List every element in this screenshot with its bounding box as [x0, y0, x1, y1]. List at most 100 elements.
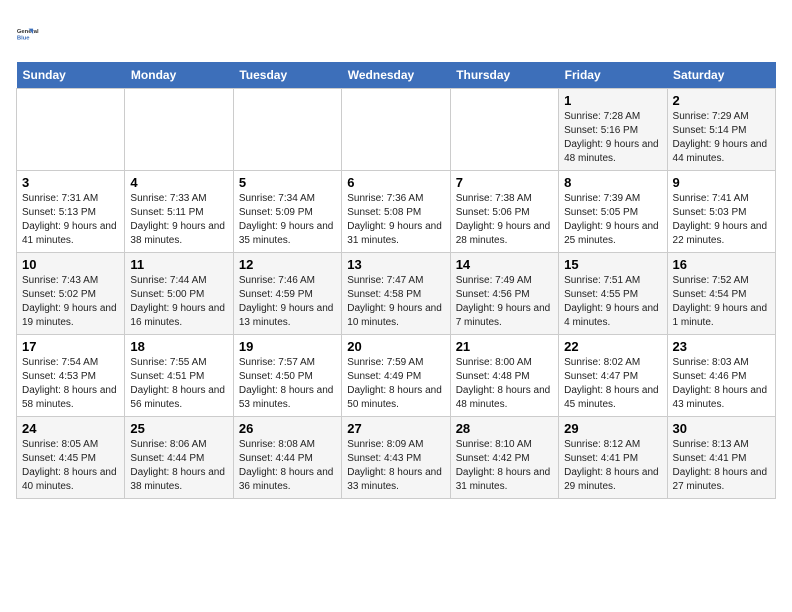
calendar-day-9: 9Sunrise: 7:41 AM Sunset: 5:03 PM Daylig…	[667, 171, 775, 253]
calendar-day-25: 25 Sunrise: 8:06 AM Sunset: 4:44 PM Dayli…	[125, 417, 233, 499]
day-header-sunday: Sunday	[17, 62, 125, 89]
calendar-week-row: 1 Sunrise: 7:28 AM Sunset: 5:16 PM Daylig…	[17, 89, 776, 171]
calendar-day-18: 18 Sunrise: 7:55 AM Sunset: 4:51 PM Dayli…	[125, 335, 233, 417]
day-number: 1	[564, 93, 661, 108]
svg-text:Blue: Blue	[17, 35, 30, 41]
calendar-day-17: 17 Sunrise: 7:54 AM Sunset: 4:53 PM Dayli…	[17, 335, 125, 417]
calendar-day-2: 2 Sunrise: 7:29 AM Sunset: 5:14 PM Daylig…	[667, 89, 775, 171]
calendar-week-row: 10 Sunrise: 7:43 AM Sunset: 5:02 PM Dayli…	[17, 253, 776, 335]
day-info: Sunrise: 7:51 AM Sunset: 4:55 PM Dayligh…	[564, 274, 661, 330]
calendar-day-28: 28 Sunrise: 8:10 AM Sunset: 4:42 PM Dayli…	[450, 417, 558, 499]
calendar-day-26: 26 Sunrise: 8:08 AM Sunset: 4:44 PM Dayli…	[233, 417, 341, 499]
day-number: 8	[564, 175, 661, 190]
day-info: Sunrise: 8:12 AM Sunset: 4:41 PM Dayligh…	[564, 438, 661, 494]
day-header-friday: Friday	[559, 62, 667, 89]
day-info: Sunrise: 7:59 AM Sunset: 4:49 PM Dayligh…	[347, 356, 444, 412]
calendar-day-20: 20 Sunrise: 7:59 AM Sunset: 4:49 PM Dayli…	[342, 335, 450, 417]
day-header-wednesday: Wednesday	[342, 62, 450, 89]
day-info: Sunrise: 8:08 AM Sunset: 4:44 PM Dayligh…	[239, 438, 336, 494]
day-info: Sunrise: 7:54 AM Sunset: 4:53 PM Dayligh…	[22, 356, 119, 412]
calendar-day-22: 22Sunrise: 8:02 AM Sunset: 4:47 PM Dayli…	[559, 335, 667, 417]
calendar-day-23: 23 Sunrise: 8:03 AM Sunset: 4:46 PM Dayli…	[667, 335, 775, 417]
day-info: Sunrise: 8:10 AM Sunset: 4:42 PM Dayligh…	[456, 438, 553, 494]
day-info: Sunrise: 7:46 AM Sunset: 4:59 PM Dayligh…	[239, 274, 336, 330]
day-number: 2	[673, 93, 770, 108]
day-number: 27	[347, 421, 444, 436]
calendar-day-12: 12 Sunrise: 7:46 AM Sunset: 4:59 PM Dayli…	[233, 253, 341, 335]
calendar-header-row: SundayMondayTuesdayWednesdayThursdayFrid…	[17, 62, 776, 89]
day-number: 5	[239, 175, 336, 190]
day-number: 11	[130, 257, 227, 272]
day-info: Sunrise: 7:34 AM Sunset: 5:09 PM Dayligh…	[239, 192, 336, 248]
day-info: Sunrise: 8:00 AM Sunset: 4:48 PM Dayligh…	[456, 356, 553, 412]
empty-day-cell	[233, 89, 341, 171]
day-number: 3	[22, 175, 119, 190]
day-info: Sunrise: 8:05 AM Sunset: 4:45 PM Dayligh…	[22, 438, 119, 494]
day-number: 9	[673, 175, 770, 190]
day-info: Sunrise: 7:49 AM Sunset: 4:56 PM Dayligh…	[456, 274, 553, 330]
calendar-week-row: 3 Sunrise: 7:31 AM Sunset: 5:13 PM Daylig…	[17, 171, 776, 253]
calendar-day-5: 5 Sunrise: 7:34 AM Sunset: 5:09 PM Daylig…	[233, 171, 341, 253]
day-number: 29	[564, 421, 661, 436]
day-number: 14	[456, 257, 553, 272]
day-info: Sunrise: 8:03 AM Sunset: 4:46 PM Dayligh…	[673, 356, 770, 412]
calendar-day-29: 29 Sunrise: 8:12 AM Sunset: 4:41 PM Dayli…	[559, 417, 667, 499]
day-header-thursday: Thursday	[450, 62, 558, 89]
day-number: 28	[456, 421, 553, 436]
empty-day-cell	[125, 89, 233, 171]
day-number: 21	[456, 339, 553, 354]
day-header-tuesday: Tuesday	[233, 62, 341, 89]
day-info: Sunrise: 7:28 AM Sunset: 5:16 PM Dayligh…	[564, 110, 661, 166]
day-info: Sunrise: 7:29 AM Sunset: 5:14 PM Dayligh…	[673, 110, 770, 166]
day-number: 16	[673, 257, 770, 272]
empty-day-cell	[17, 89, 125, 171]
empty-day-cell	[450, 89, 558, 171]
calendar-day-14: 14 Sunrise: 7:49 AM Sunset: 4:56 PM Dayli…	[450, 253, 558, 335]
day-info: Sunrise: 7:55 AM Sunset: 4:51 PM Dayligh…	[130, 356, 227, 412]
day-number: 26	[239, 421, 336, 436]
page-header: General Blue	[16, 16, 776, 52]
calendar-day-19: 19Sunrise: 7:57 AM Sunset: 4:50 PM Dayli…	[233, 335, 341, 417]
day-number: 18	[130, 339, 227, 354]
day-number: 17	[22, 339, 119, 354]
day-number: 23	[673, 339, 770, 354]
day-number: 25	[130, 421, 227, 436]
calendar-day-13: 13Sunrise: 7:47 AM Sunset: 4:58 PM Dayli…	[342, 253, 450, 335]
day-info: Sunrise: 7:44 AM Sunset: 5:00 PM Dayligh…	[130, 274, 227, 330]
calendar-day-6: 6Sunrise: 7:36 AM Sunset: 5:08 PM Daylig…	[342, 171, 450, 253]
day-info: Sunrise: 7:52 AM Sunset: 4:54 PM Dayligh…	[673, 274, 770, 330]
calendar-day-30: 30Sunrise: 8:13 AM Sunset: 4:41 PM Dayli…	[667, 417, 775, 499]
day-info: Sunrise: 7:33 AM Sunset: 5:11 PM Dayligh…	[130, 192, 227, 248]
calendar-day-11: 11 Sunrise: 7:44 AM Sunset: 5:00 PM Dayli…	[125, 253, 233, 335]
day-info: Sunrise: 7:39 AM Sunset: 5:05 PM Dayligh…	[564, 192, 661, 248]
calendar-day-3: 3 Sunrise: 7:31 AM Sunset: 5:13 PM Daylig…	[17, 171, 125, 253]
day-info: Sunrise: 7:57 AM Sunset: 4:50 PM Dayligh…	[239, 356, 336, 412]
logo-icon: General Blue	[16, 16, 52, 52]
day-info: Sunrise: 8:09 AM Sunset: 4:43 PM Dayligh…	[347, 438, 444, 494]
calendar-week-row: 17 Sunrise: 7:54 AM Sunset: 4:53 PM Dayli…	[17, 335, 776, 417]
empty-day-cell	[342, 89, 450, 171]
calendar-day-7: 7Sunrise: 7:38 AM Sunset: 5:06 PM Daylig…	[450, 171, 558, 253]
day-info: Sunrise: 8:06 AM Sunset: 4:44 PM Dayligh…	[130, 438, 227, 494]
day-number: 12	[239, 257, 336, 272]
calendar-day-21: 21 Sunrise: 8:00 AM Sunset: 4:48 PM Dayli…	[450, 335, 558, 417]
day-info: Sunrise: 7:31 AM Sunset: 5:13 PM Dayligh…	[22, 192, 119, 248]
day-info: Sunrise: 7:47 AM Sunset: 4:58 PM Dayligh…	[347, 274, 444, 330]
day-number: 15	[564, 257, 661, 272]
calendar-day-8: 8 Sunrise: 7:39 AM Sunset: 5:05 PM Daylig…	[559, 171, 667, 253]
day-info: Sunrise: 8:02 AM Sunset: 4:47 PM Dayligh…	[564, 356, 661, 412]
day-number: 10	[22, 257, 119, 272]
day-number: 24	[22, 421, 119, 436]
calendar-day-16: 16 Sunrise: 7:52 AM Sunset: 4:54 PM Dayli…	[667, 253, 775, 335]
day-number: 6	[347, 175, 444, 190]
day-info: Sunrise: 8:13 AM Sunset: 4:41 PM Dayligh…	[673, 438, 770, 494]
day-info: Sunrise: 7:43 AM Sunset: 5:02 PM Dayligh…	[22, 274, 119, 330]
calendar-table: SundayMondayTuesdayWednesdayThursdayFrid…	[16, 62, 776, 499]
calendar-day-4: 4Sunrise: 7:33 AM Sunset: 5:11 PM Daylig…	[125, 171, 233, 253]
calendar-day-15: 15 Sunrise: 7:51 AM Sunset: 4:55 PM Dayli…	[559, 253, 667, 335]
day-number: 20	[347, 339, 444, 354]
calendar-day-24: 24 Sunrise: 8:05 AM Sunset: 4:45 PM Dayli…	[17, 417, 125, 499]
logo: General Blue	[16, 16, 52, 52]
calendar-day-1: 1 Sunrise: 7:28 AM Sunset: 5:16 PM Daylig…	[559, 89, 667, 171]
day-number: 7	[456, 175, 553, 190]
